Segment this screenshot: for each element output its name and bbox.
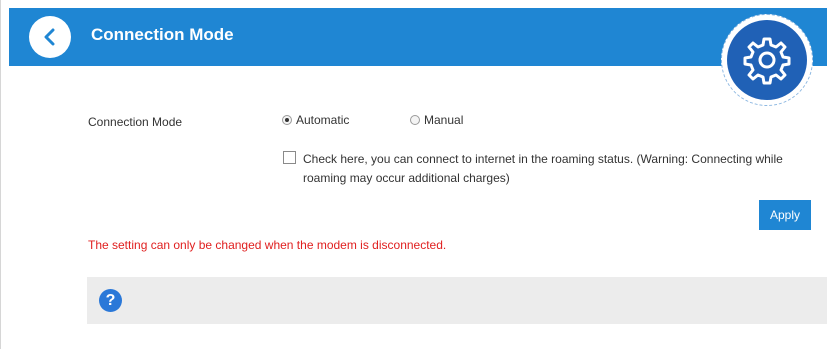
back-button[interactable] (29, 16, 71, 58)
radio-automatic-control[interactable] (282, 115, 292, 125)
gear-icon (743, 37, 791, 85)
settings-badge-inner (727, 20, 807, 100)
radio-automatic[interactable]: Automatic (282, 113, 349, 127)
roaming-description: Check here, you can connect to internet … (303, 152, 783, 185)
help-icon[interactable]: ? (99, 289, 122, 312)
warning-message: The setting can only be changed when the… (88, 238, 447, 252)
radio-manual-label: Manual (424, 113, 464, 127)
page-title: Connection Mode (91, 25, 234, 44)
radio-automatic-label: Automatic (296, 113, 350, 127)
page: Connection Mode Connection Mode Automati… (0, 0, 827, 349)
header-bar: Connection Mode (9, 8, 827, 66)
radio-manual[interactable]: Manual (410, 113, 463, 127)
roaming-checkbox[interactable] (283, 151, 296, 164)
radio-manual-control[interactable] (410, 115, 420, 125)
chevron-left-icon (44, 28, 55, 46)
apply-button[interactable]: Apply (759, 200, 811, 230)
settings-badge (721, 14, 813, 106)
connection-mode-label: Connection Mode (88, 115, 183, 129)
help-bar: ? (87, 277, 827, 324)
